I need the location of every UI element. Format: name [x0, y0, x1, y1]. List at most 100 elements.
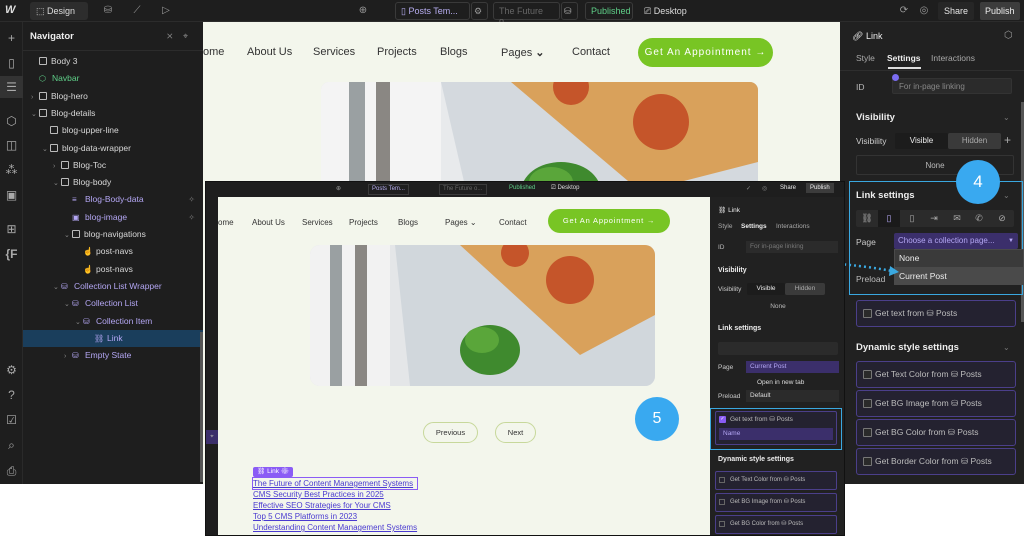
nav-link[interactable]: Services: [302, 218, 333, 227]
get-text-from-option[interactable]: Get text from ⛁ Posts: [856, 300, 1016, 327]
navigator-item[interactable]: ⌄ Blog-details: [23, 105, 203, 122]
caret-icon[interactable]: ⌄: [42, 141, 50, 158]
nav-link[interactable]: Pages ⌄: [445, 218, 477, 227]
dropdown-option-current-post[interactable]: Current Post: [895, 267, 1023, 285]
globe-icon[interactable]: ⊕: [336, 185, 341, 192]
tab-settings[interactable]: Settings: [741, 223, 767, 230]
add-icon[interactable]: +: [0, 27, 23, 49]
sync-icon[interactable]: ⟳: [897, 4, 911, 18]
tab-interactions[interactable]: Interactions: [776, 223, 810, 230]
help-icon[interactable]: ?: [0, 384, 23, 406]
styles-icon[interactable]: ◫: [0, 134, 23, 156]
chevron-down-icon[interactable]: ⌄: [1003, 191, 1010, 200]
checkbox[interactable]: [863, 309, 872, 318]
collection-item-link[interactable]: CMS Security Best Practices in 2025: [253, 489, 417, 500]
checkbox[interactable]: [863, 370, 872, 379]
publish-button[interactable]: Publish: [806, 183, 834, 193]
caret-icon[interactable]: ⌄: [53, 175, 61, 192]
checkbox-checked[interactable]: ✓: [719, 416, 726, 423]
dynamic-style-option[interactable]: Get BG Image from ⛁ Posts: [715, 493, 837, 512]
email-icon[interactable]: ✉: [946, 210, 968, 227]
pin-icon[interactable]: ✧: [188, 191, 195, 208]
collection-item-link[interactable]: Top 5 CMS Platforms in 2023: [253, 511, 417, 522]
collection-item-selector[interactable]: The Future o...: [439, 184, 487, 195]
phone-icon[interactable]: ✆: [968, 210, 990, 227]
open-new-tab-checkbox[interactable]: Open in new tab: [757, 379, 804, 386]
nav-link[interactable]: About Us: [247, 46, 292, 58]
caret-icon[interactable]: ›: [31, 89, 39, 106]
dynamic-style-option[interactable]: Get BG Color from ⛁ Posts: [856, 419, 1016, 446]
analytics-icon[interactable]: ⟋: [130, 4, 144, 18]
next-button[interactable]: Next: [495, 422, 536, 443]
checkbox[interactable]: [719, 477, 725, 483]
visible-toggle[interactable]: Visible: [895, 133, 948, 149]
checkbox[interactable]: [863, 399, 872, 408]
visible-toggle[interactable]: Visible: [747, 283, 785, 295]
pin-panel-icon[interactable]: ⌖: [183, 31, 188, 42]
navigator-icon[interactable]: ☰: [0, 76, 23, 98]
checkbox[interactable]: [863, 428, 872, 437]
id-input[interactable]: For in-page linking: [746, 241, 838, 253]
video-icon[interactable]: ⎙: [0, 460, 23, 482]
navigator-item[interactable]: blog-upper-line: [23, 122, 203, 139]
get-appointment-button[interactable]: Get An Appointment →: [638, 38, 773, 67]
tab-interactions[interactable]: Interactions: [931, 53, 975, 63]
nav-link[interactable]: Blogs: [398, 218, 418, 227]
variables-icon[interactable]: ⁂: [0, 159, 23, 181]
audit-icon[interactable]: ☑: [0, 409, 23, 431]
navigator-item[interactable]: ⌄ ⛁ Collection Item: [23, 313, 203, 330]
url-link-icon[interactable]: ⛓: [856, 210, 878, 227]
collapse-all-icon[interactable]: ⨯: [166, 31, 174, 42]
caret-icon[interactable]: ⌄: [64, 296, 72, 313]
visibility-condition[interactable]: None: [718, 300, 838, 314]
nav-link[interactable]: Contact: [499, 218, 527, 227]
collection-item-link[interactable]: The Future of Content Management Systems: [251, 477, 419, 490]
file-attachment-icon[interactable]: ⊘: [991, 210, 1013, 227]
design-mode-button[interactable]: ⬚ Design ⌄: [30, 2, 88, 27]
share-button[interactable]: Share: [780, 185, 796, 191]
cms-icon[interactable]: ⛁: [101, 4, 115, 18]
link-type-selector[interactable]: [718, 342, 838, 355]
chevron-down-icon[interactable]: ⌄: [1003, 343, 1010, 352]
share-button[interactable]: Share: [938, 2, 975, 20]
nav-link[interactable]: Pages ⌄: [501, 46, 544, 59]
navigator-item[interactable]: ⬡ Navbar: [23, 70, 203, 87]
hidden-toggle[interactable]: Hidden: [785, 283, 825, 295]
settings-icon[interactable]: ⚙: [0, 359, 23, 381]
cms-fields-icon[interactable]: {F: [0, 243, 23, 265]
page-selector[interactable]: ▯ Posts Tem...: [395, 2, 470, 20]
preload-select[interactable]: Default: [746, 390, 839, 402]
nav-link[interactable]: ome: [203, 46, 224, 58]
navigator-item[interactable]: Body 3: [23, 53, 203, 70]
page-select[interactable]: Choose a collection page... ▼: [894, 233, 1018, 249]
page-select[interactable]: Current Post: [746, 361, 839, 373]
navigator-item[interactable]: ☝ post-navs: [23, 261, 203, 278]
page-link-icon[interactable]: ▯: [901, 210, 923, 227]
navigator-item[interactable]: ⌄ Blog-body: [23, 174, 203, 191]
tab-settings[interactable]: Settings: [887, 53, 921, 63]
get-appointment-button[interactable]: Get An Appointment →: [548, 209, 670, 233]
dynamic-style-option[interactable]: Get Text Color from ⛁ Posts: [856, 361, 1016, 388]
navigator-item[interactable]: ⌄ ⛁ Collection List: [23, 295, 203, 312]
dynamic-style-option[interactable]: Get Border Color from ⛁ Posts: [856, 448, 1016, 475]
components-icon[interactable]: ⬡: [0, 110, 23, 132]
comment-icon[interactable]: ◎: [917, 4, 931, 18]
navigator-item[interactable]: › Blog-Toc: [23, 157, 203, 174]
search-icon[interactable]: ⌕: [0, 434, 23, 456]
dynamic-style-option[interactable]: Get Text Color from ⛁ Posts: [715, 471, 837, 490]
nav-link[interactable]: About Us: [252, 218, 285, 227]
caret-icon[interactable]: ⌄: [64, 227, 72, 244]
hidden-toggle[interactable]: Hidden: [948, 133, 1001, 149]
comment-icon[interactable]: ◎: [762, 185, 767, 192]
field-select[interactable]: Name: [719, 428, 833, 440]
breakpoint-selector[interactable]: ⎚ Desktop: [551, 185, 579, 192]
nav-link[interactable]: Contact: [572, 46, 610, 58]
dynamic-style-option[interactable]: Get BG Color from ⛁ Posts: [715, 515, 837, 534]
dynamic-style-option[interactable]: Get BG Image from ⛁ Posts: [856, 390, 1016, 417]
caret-icon[interactable]: ›: [53, 158, 61, 175]
dropdown-option-none[interactable]: None: [895, 250, 1023, 267]
add-condition-icon[interactable]: +: [1004, 133, 1011, 147]
preview-play-icon[interactable]: ▷: [159, 4, 173, 18]
collection-item-link[interactable]: Effective SEO Strategies for Your CMS: [253, 500, 417, 511]
tab-style[interactable]: Style: [718, 223, 732, 230]
